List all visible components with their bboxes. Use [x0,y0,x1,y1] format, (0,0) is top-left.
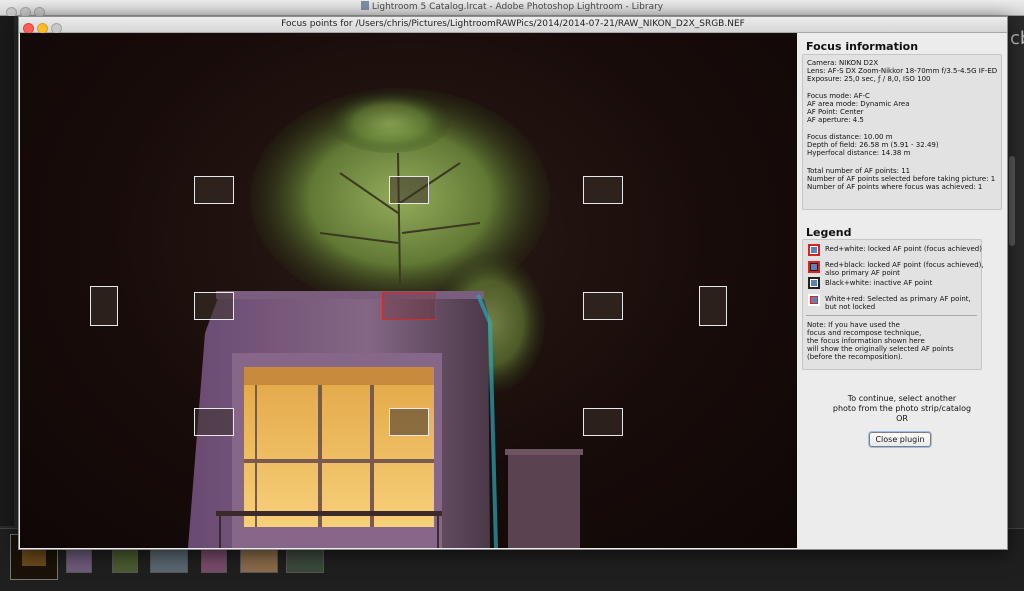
af-points-selected-text: Number of AF points selected before taki… [807,175,996,183]
lens-text: Lens: AF-S DX Zoom-Nikkor 18-70mm f/3.5-… [807,67,998,75]
af-point-bottom-right [583,408,623,436]
focus-information-box: Camera: NIKON D2X Lens: AF-S DX Zoom-Nik… [802,54,1002,210]
dialog-title: Focus points for /Users/chris/Pictures/L… [281,19,745,29]
af-point-bottom-center [389,408,429,436]
thumbnail-image [22,548,46,566]
scrollbar[interactable] [1009,156,1015,246]
red-white-swatch-icon [808,244,820,256]
legend-white-red-text: White+red: Selected as primary AF point, [825,295,971,303]
hyperfocal-distance-text: Hyperfocal distance: 14.38 m [807,149,911,157]
lightroom-window-title: Lightroom 5 Catalog.lrcat - Adobe Photos… [0,1,1024,12]
af-point-far-right [699,286,727,326]
right-panel-edge[interactable] [1006,16,1024,526]
af-point-bottom-left [194,408,234,436]
legend-black-white-text: Black+white: inactive AF point [825,279,933,287]
exposure-text: Exposure: 25,0 sec, ƒ / 8,0, ISO 100 [807,75,931,83]
background-text: cb [1010,28,1024,49]
af-point-top-center [389,176,429,204]
legend-red-black-text-2: also primary AF point [825,269,900,277]
af-points-focus-text: Number of AF points where focus was achi… [807,183,983,191]
depth-of-field-text: Depth of field: 26.58 m (5.91 - 32.49) [807,141,939,149]
legend-red-black-text: Red+black: locked AF point (focus achiev… [825,261,984,269]
focus-distance-text: Focus distance: 10.00 m [807,133,893,141]
af-point-center [382,292,436,320]
af-point-mid-left [194,292,234,320]
af-aperture-text: AF aperture: 4.5 [807,116,864,124]
note-line-2: focus and recompose technique, [807,329,922,337]
af-point-top-right [583,176,623,204]
black-white-swatch-icon [808,277,820,289]
legend-heading: Legend [806,226,852,239]
focus-information-heading: Focus information [806,40,919,53]
continue-text-line-2: photo from the photo strip/catalog [832,404,972,413]
photo-preview [20,33,797,548]
dialog-titlebar: Focus points for /Users/chris/Pictures/L… [19,17,1007,34]
red-black-swatch-icon [808,261,820,273]
legend-red-white-text: Red+white: locked AF point (focus achiev… [825,245,982,253]
close-plugin-button[interactable]: Close plugin [869,432,931,447]
af-point-text: AF Point: Center [807,108,864,116]
document-icon [360,1,369,10]
note-line-3: the focus information shown here [807,337,925,345]
focus-points-dialog: Focus points for /Users/chris/Pictures/L… [18,16,1008,550]
continue-text-line-1: To continue, select another [847,394,957,403]
left-panel-edge[interactable] [0,16,14,526]
legend-divider [806,315,977,316]
legend-box: Red+white: locked AF point (focus achiev… [802,239,984,370]
note-line-1: Note: If you have used the [807,321,900,329]
lightroom-titlebar: Lightroom 5 Catalog.lrcat - Adobe Photos… [0,0,1024,18]
total-af-points-text: Total number of AF points: 11 [807,167,911,175]
note-line-4: will show the originally selected AF poi… [807,345,954,353]
camera-text: Camera: NIKON D2X [807,59,879,67]
white-red-swatch-icon [808,294,820,306]
note-line-5: (before the recomposition). [807,353,903,361]
photo-image [188,88,583,548]
info-panel: Focus information Camera: NIKON D2X Lens… [798,33,1006,548]
af-point-far-left [90,286,118,326]
lightroom-title-text: Lightroom 5 Catalog.lrcat - Adobe Photos… [371,2,664,12]
af-point-top-left [194,176,234,204]
af-area-mode-text: AF area mode: Dynamic Area [807,100,910,108]
legend-white-red-text-2: but not locked [825,303,876,311]
af-point-mid-right [583,292,623,320]
focus-mode-text: Focus mode: AF-C [807,92,870,100]
continue-text-or: OR [896,414,908,423]
